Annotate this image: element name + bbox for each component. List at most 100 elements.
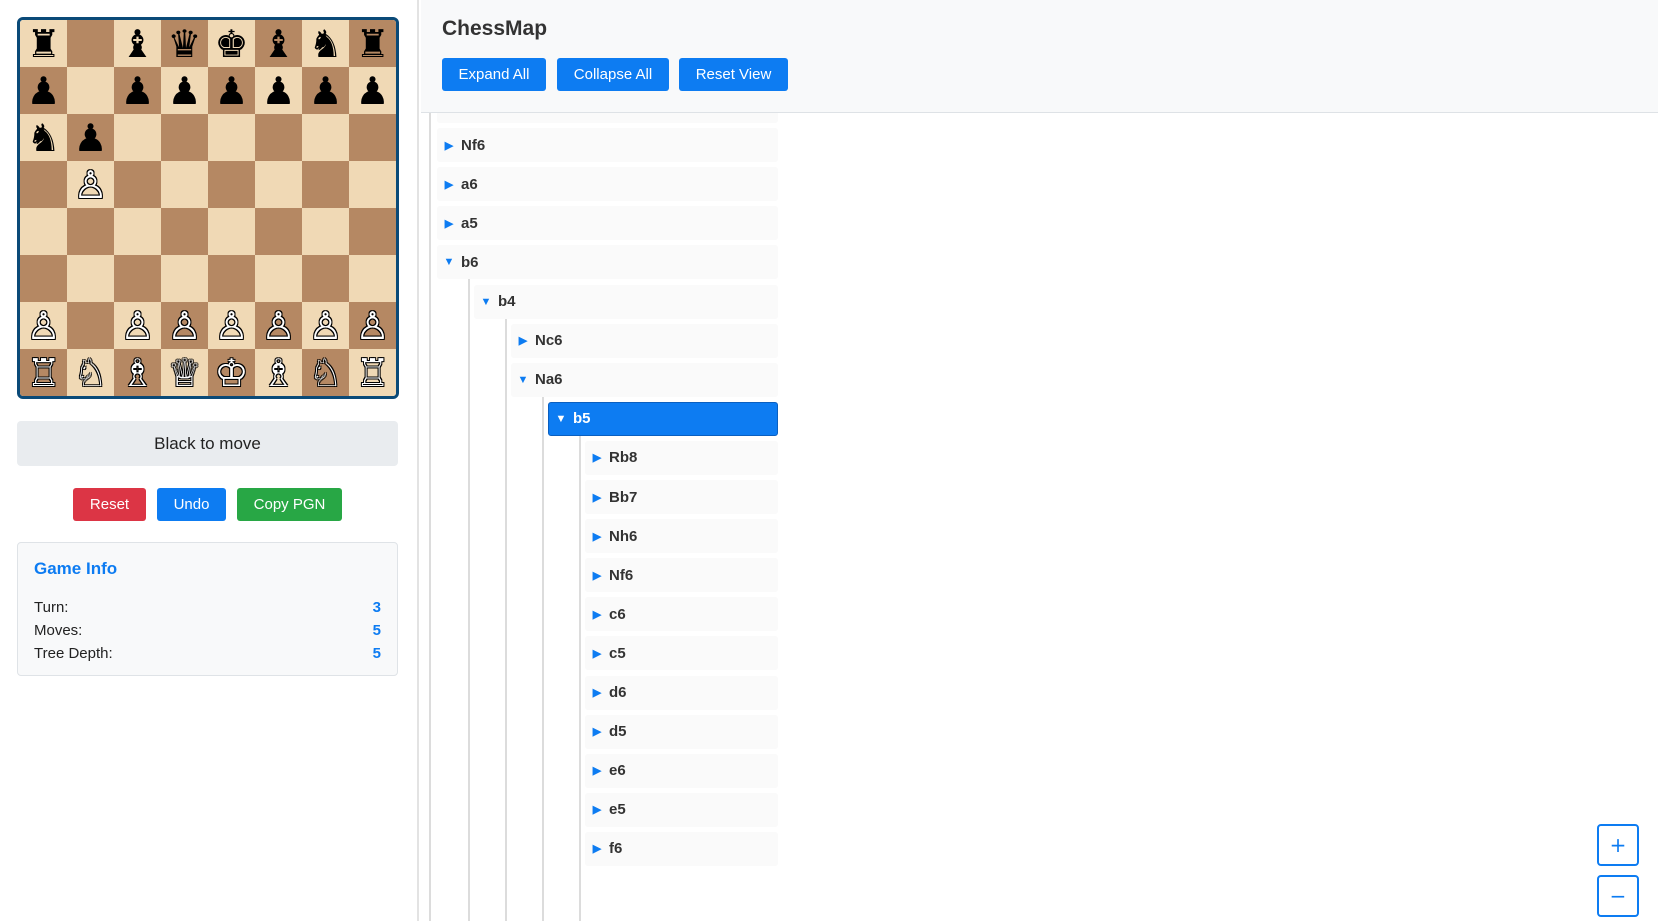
board-square[interactable]: ♜: [20, 20, 67, 67]
board-square[interactable]: [161, 255, 208, 302]
board-square[interactable]: ♙: [114, 302, 161, 349]
chess-piece-icon[interactable]: ♜: [26, 25, 60, 63]
tree-node[interactable]: ▶ c6: [585, 597, 778, 632]
tree-node[interactable]: ▶ Bb7: [585, 480, 778, 514]
chess-piece-icon[interactable]: ♙: [308, 307, 342, 345]
board-square[interactable]: ♙: [349, 302, 396, 349]
board-square[interactable]: [349, 114, 396, 161]
caret-right-icon[interactable]: ▶: [585, 608, 609, 621]
board-square[interactable]: [208, 114, 255, 161]
tree-node[interactable]: ▼ b4: [474, 284, 778, 319]
board-square[interactable]: ♟: [20, 67, 67, 114]
board-square[interactable]: [67, 67, 114, 114]
board-square[interactable]: ♙: [67, 161, 114, 208]
caret-right-icon[interactable]: ▶: [585, 451, 609, 464]
board-square[interactable]: [349, 208, 396, 255]
caret-right-icon[interactable]: ▶: [585, 569, 609, 582]
chess-piece-icon[interactable]: ♚: [214, 25, 248, 63]
chess-piece-icon[interactable]: ♟: [26, 72, 60, 110]
chess-piece-icon[interactable]: ♟: [308, 72, 342, 110]
board-square[interactable]: ♘: [302, 349, 349, 396]
board-square[interactable]: [114, 208, 161, 255]
chess-piece-icon[interactable]: ♟: [214, 72, 248, 110]
tree-node[interactable]: ▶ e5: [585, 792, 778, 827]
board-square[interactable]: [302, 114, 349, 161]
board-square[interactable]: ♗: [114, 349, 161, 396]
board-square[interactable]: [302, 161, 349, 208]
chess-piece-icon[interactable]: ♗: [120, 354, 154, 392]
board-square[interactable]: ♞: [302, 20, 349, 67]
tree-node[interactable]: ▶ f6: [585, 831, 778, 866]
board-square[interactable]: ♔: [208, 349, 255, 396]
chess-piece-icon[interactable]: ♛: [167, 25, 201, 63]
caret-right-icon[interactable]: ▶: [437, 217, 461, 230]
chess-piece-icon[interactable]: ♝: [261, 25, 295, 63]
board-square[interactable]: ♙: [255, 302, 302, 349]
board-square[interactable]: ♗: [255, 349, 302, 396]
board-square[interactable]: ♟: [349, 67, 396, 114]
board-square[interactable]: [302, 208, 349, 255]
zoom-in-button[interactable]: +: [1597, 824, 1639, 866]
chess-piece-icon[interactable]: ♗: [261, 354, 295, 392]
board-square[interactable]: [349, 255, 396, 302]
board-square[interactable]: [67, 20, 114, 67]
tree-node[interactable]: ▶ d6: [585, 675, 778, 710]
chess-piece-icon[interactable]: ♘: [308, 354, 342, 392]
board-square[interactable]: [349, 161, 396, 208]
board-square[interactable]: [114, 114, 161, 161]
board-square[interactable]: [161, 208, 208, 255]
board-square[interactable]: ♞: [20, 114, 67, 161]
caret-right-icon[interactable]: ▶: [585, 491, 609, 504]
tree-node-selected[interactable]: ▼ b5: [548, 401, 778, 436]
board-square[interactable]: ♟: [114, 67, 161, 114]
tree-node[interactable]: ▶ d5: [585, 714, 778, 749]
caret-right-icon[interactable]: ▶: [437, 178, 461, 191]
chess-piece-icon[interactable]: ♝: [120, 25, 154, 63]
tree-node[interactable]: ▼ b6: [437, 245, 778, 280]
chess-piece-icon[interactable]: ♖: [355, 354, 389, 392]
board-square[interactable]: [255, 208, 302, 255]
board-square[interactable]: ♘: [67, 349, 114, 396]
reset-button[interactable]: Reset: [73, 488, 146, 521]
chess-piece-icon[interactable]: ♙: [261, 307, 295, 345]
chess-piece-icon[interactable]: ♟: [355, 72, 389, 110]
chess-piece-icon[interactable]: ♟: [73, 119, 107, 157]
reset-view-button[interactable]: Reset View: [679, 58, 788, 91]
caret-down-icon[interactable]: ▼: [437, 256, 461, 268]
board-square[interactable]: ♙: [20, 302, 67, 349]
board-square[interactable]: ♚: [208, 20, 255, 67]
caret-down-icon[interactable]: ▼: [474, 296, 498, 308]
tree-node[interactable]: ▶ Nf6: [585, 558, 778, 593]
move-tree[interactable]: ▶Nh6▶Nf6▶a6▶a5▼b6▼b4▶Nc6▼Na6▼b5▶Rb8▶Bb7▶…: [421, 113, 1658, 921]
board-square[interactable]: [67, 255, 114, 302]
tree-node[interactable]: ▶ a5: [437, 206, 778, 241]
chess-piece-icon[interactable]: ♙: [355, 307, 389, 345]
board-square[interactable]: ♖: [349, 349, 396, 396]
collapse-all-button[interactable]: Collapse All: [557, 58, 669, 91]
tree-node[interactable]: ▶ Nf6: [437, 128, 778, 163]
caret-right-icon[interactable]: ▶: [585, 725, 609, 738]
chess-piece-icon[interactable]: ♜: [355, 25, 389, 63]
board-square[interactable]: ♟: [67, 114, 114, 161]
board-square[interactable]: ♙: [208, 302, 255, 349]
board-square[interactable]: [208, 255, 255, 302]
zoom-out-button[interactable]: −: [1597, 875, 1639, 917]
chess-piece-icon[interactable]: ♟: [120, 72, 154, 110]
caret-right-icon[interactable]: ▶: [585, 764, 609, 777]
board-square[interactable]: [161, 114, 208, 161]
tree-node[interactable]: ▶ c5: [585, 636, 778, 671]
caret-down-icon[interactable]: ▼: [549, 413, 573, 425]
board-square[interactable]: ♕: [161, 349, 208, 396]
board-square[interactable]: ♙: [302, 302, 349, 349]
caret-right-icon[interactable]: ▶: [585, 842, 609, 855]
tree-node[interactable]: ▼ Na6: [511, 362, 778, 397]
chess-piece-icon[interactable]: ♙: [73, 166, 107, 204]
board-square[interactable]: ♝: [255, 20, 302, 67]
caret-right-icon[interactable]: ▶: [511, 334, 535, 347]
board-square[interactable]: [302, 255, 349, 302]
expand-all-button[interactable]: Expand All: [442, 58, 546, 91]
tree-node[interactable]: ▶Nh6: [437, 113, 778, 123]
board-square[interactable]: [20, 255, 67, 302]
board-square[interactable]: ♟: [208, 67, 255, 114]
tree-node[interactable]: ▶Nh6: [585, 519, 778, 554]
